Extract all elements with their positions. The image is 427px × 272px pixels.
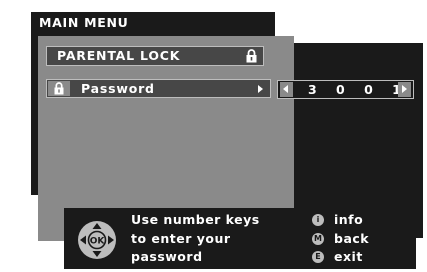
- legend-label: exit: [334, 249, 363, 264]
- password-label: Password: [81, 81, 155, 96]
- help-line: Use number keys: [131, 212, 260, 227]
- legend-label: info: [334, 212, 364, 227]
- nav-ok-label: OK: [90, 237, 106, 247]
- password-menu-item[interactable]: Password: [46, 79, 271, 98]
- help-bar: OK Use number keys to enter your passwor…: [64, 208, 416, 269]
- password-value: 3 0 0 1: [308, 82, 409, 97]
- lock-icon: [54, 82, 64, 95]
- navigation-pad-icon: OK: [78, 221, 116, 259]
- exit-key-icon: E: [312, 251, 324, 263]
- arrow-left-icon: [283, 85, 288, 93]
- main-menu-title: MAIN MENU: [39, 15, 129, 30]
- help-text: Use number keys to enter your password: [131, 211, 301, 267]
- parental-lock-title: PARENTAL LOCK: [57, 48, 181, 63]
- help-line: password: [131, 249, 203, 264]
- chevron-right-icon: [258, 85, 263, 93]
- decrease-arrow-button[interactable]: [280, 82, 293, 97]
- arrow-right-icon: [402, 85, 407, 93]
- menu-key-icon: M: [312, 232, 324, 245]
- password-value-field[interactable]: 3 0 0 1: [277, 80, 414, 99]
- parental-lock-header: PARENTAL LOCK: [46, 46, 264, 66]
- increase-arrow-button[interactable]: [398, 82, 411, 97]
- info-key-icon: i: [312, 214, 324, 226]
- legend-label: back: [334, 230, 370, 246]
- password-lock-badge: [48, 81, 70, 96]
- help-line: to enter your: [131, 230, 231, 246]
- lock-icon: [246, 49, 257, 63]
